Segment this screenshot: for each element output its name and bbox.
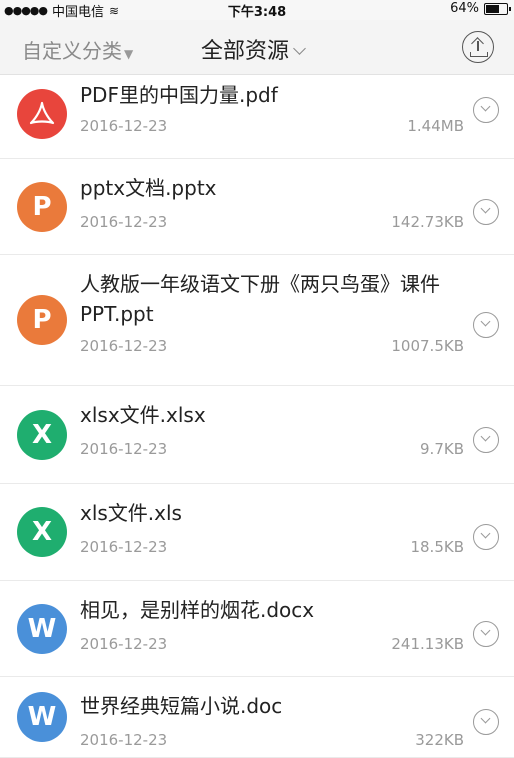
file-name: 相见，是别样的烟花.docx [80,598,315,622]
file-name: xlsx文件.xlsx [80,403,206,427]
ppt-file-icon: P [17,181,67,232]
custom-category-label: 自定义分类 [22,39,122,63]
file-row[interactable]: Xxlsx文件.xlsx 2016-12-23 9.7KB [0,386,514,484]
file-row[interactable]: PDF里的中国力量.pdf 2016-12-23 1.44MB [0,75,514,159]
pdf-file-icon [17,89,67,139]
custom-category-dropdown[interactable]: 自定义分类 ▼ [22,35,133,64]
doc-file-icon: W [17,692,67,742]
doc-file-icon: W [17,603,67,654]
file-name: xls文件.xls [80,501,182,525]
status-bar: ●●●●● 中国电信 ≋ 下午3:48 64% [0,0,514,20]
file-size: 142.73KB [391,213,464,231]
file-size: 1.44MB [407,117,464,135]
ppt-file-icon: P [17,295,67,345]
expand-options-icon[interactable] [473,312,499,338]
file-date: 2016-12-23 [80,337,168,355]
file-size: 322KB [415,731,464,749]
file-date: 2016-12-23 [80,538,168,556]
file-row[interactable]: P 人教版一年级语文下册《两只鸟蛋》课件PPT.ppt 2016-12-23 1007… [0,255,514,386]
file-row[interactable]: Xxls文件.xls 2016-12-23 18.5KB [0,484,514,581]
battery-percent: 64% [450,1,479,16]
file-date: 2016-12-23 [80,213,168,231]
file-name: pptx文档.pptx [80,176,217,200]
file-list: PDF里的中国力量.pdf 2016-12-23 1.44MB Ppptx文档.ppt… [0,75,514,758]
file-row[interactable]: W 相见，是别样的烟花.docx 2016-12-23 241.13KB [0,581,514,677]
file-size: 1007.5KB [391,337,464,355]
expand-options-icon[interactable] [473,198,499,225]
file-date: 2016-12-23 [80,117,168,135]
page-title: 全部资源 [201,39,290,64]
caret-down-icon: ▼ [124,47,134,61]
upload-button[interactable] [462,31,494,63]
navigation-bar: 自定义分类 ▼ 全部资源 [0,20,514,75]
file-row[interactable]: Ppptx文档.pptx 2016-12-23 142.73KB [0,159,514,255]
file-size: 9.7KB [420,440,464,458]
xls-file-icon: X [17,507,67,557]
file-name: 人教版一年级语文下册《两只鸟蛋》课件PPT.ppt [80,272,440,326]
resource-filter-dropdown[interactable]: 全部资源 [201,33,306,65]
expand-options-icon[interactable] [473,97,499,123]
file-name: 世界经典短篇小说.doc [80,694,283,718]
expand-options-icon[interactable] [473,426,499,453]
file-row[interactable]: W 世界经典短篇小说.doc 2016-12-23 322KB [0,677,514,758]
file-date: 2016-12-23 [80,635,168,653]
xls-file-icon: X [17,409,67,460]
file-size: 18.5KB [410,538,464,556]
file-date: 2016-12-23 [80,440,168,458]
expand-options-icon[interactable] [473,620,499,647]
file-name: PDF里的中国力量.pdf [80,83,278,107]
file-size: 241.13KB [391,635,464,653]
battery-icon [484,2,511,15]
expand-options-icon[interactable] [473,709,499,735]
chevron-down-icon [293,42,306,55]
expand-options-icon[interactable] [473,524,499,550]
file-date: 2016-12-23 [80,731,168,749]
status-time: 下午3:48 [227,5,287,20]
